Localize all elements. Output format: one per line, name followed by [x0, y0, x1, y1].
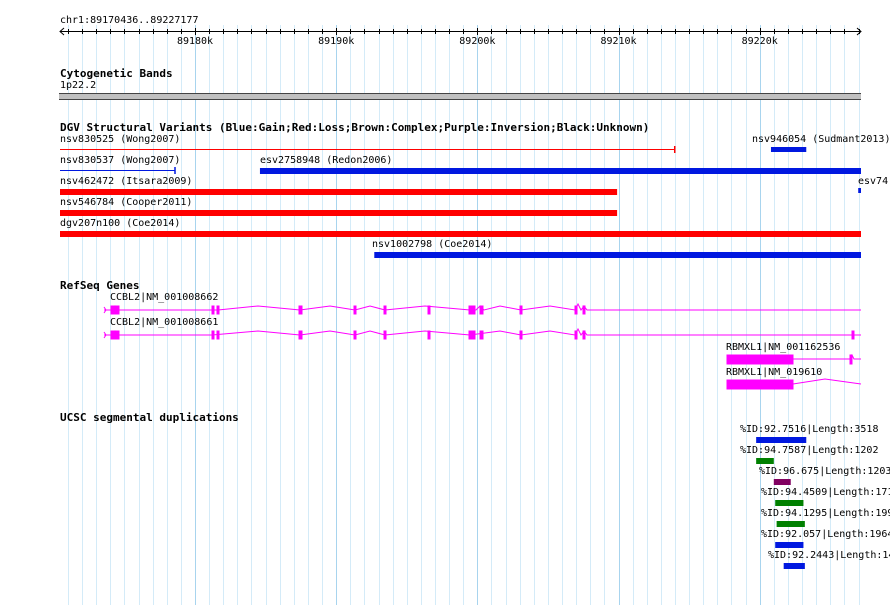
genome-browser-panel: chr1:89170436..89227177 89180k 89190k 8920…: [0, 0, 890, 605]
segdup-feature-bar[interactable]: [773, 479, 791, 485]
segdup-feature-bar[interactable]: [776, 521, 805, 527]
segdup-feature-bar[interactable]: [775, 542, 804, 548]
segdup-feature-bar[interactable]: [756, 458, 774, 464]
segdup-feature-bar[interactable]: [756, 437, 807, 443]
segdup-feature-bar[interactable]: [775, 500, 804, 506]
segdup-feature-bar[interactable]: [783, 563, 805, 569]
segdup-features[interactable]: [0, 0, 890, 605]
